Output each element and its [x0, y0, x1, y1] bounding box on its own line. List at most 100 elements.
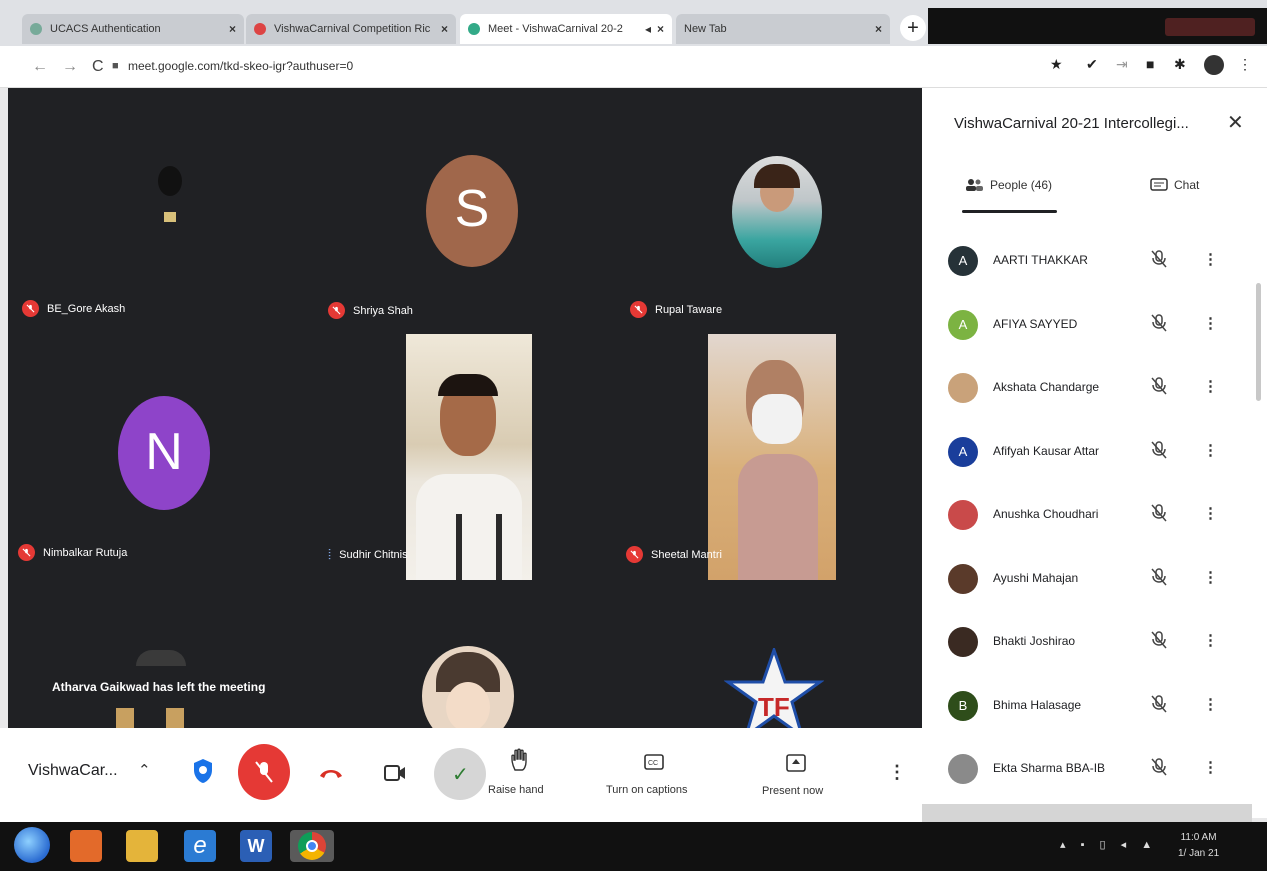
present-label[interactable]: Present now: [762, 785, 823, 797]
word-icon[interactable]: W: [240, 830, 272, 862]
participant-avatar: S: [426, 155, 518, 267]
checkmark-extension-icon[interactable]: ✔: [1086, 56, 1098, 73]
more-options-icon[interactable]: ⋮: [1203, 250, 1218, 268]
extension-icon[interactable]: ⇥: [1116, 56, 1128, 73]
gmail-icon: [254, 23, 266, 35]
participant-name: Shriya Shah: [353, 304, 413, 317]
participant-avatar: A: [948, 246, 978, 276]
participant-name-tag: Sheetal Mantri: [626, 546, 722, 563]
captions-label[interactable]: Turn on captions: [606, 784, 688, 796]
participant-avatar: N: [118, 396, 210, 510]
chrome-taskbar-icon[interactable]: [290, 830, 334, 862]
internet-explorer-icon[interactable]: e: [184, 830, 216, 862]
panel-title: VishwaCarnival 20-21 Intercollegi...: [954, 115, 1189, 132]
raise-hand-icon[interactable]: [510, 748, 530, 772]
participant-avatar: B: [948, 690, 978, 721]
browser-tab[interactable]: UCACS Authentication ×: [22, 14, 244, 44]
more-options-icon[interactable]: ⋮: [888, 762, 906, 783]
media-player-icon[interactable]: [70, 830, 102, 862]
mic-off-icon: [1151, 250, 1167, 268]
star-icon[interactable]: ★: [1050, 56, 1063, 73]
url-field[interactable]: meet.google.com/tkd-skeo-igr?authuser=0: [128, 59, 353, 73]
mic-off-icon: [1151, 631, 1167, 649]
shield-icon[interactable]: [192, 758, 214, 784]
mic-toggle-button[interactable]: [238, 744, 290, 800]
extension-check-button[interactable]: ✓: [434, 748, 486, 800]
panel-scrollbar[interactable]: [1256, 283, 1261, 401]
participant-avatar: A: [948, 436, 978, 467]
close-tab-icon[interactable]: ×: [657, 22, 664, 36]
close-tab-icon[interactable]: ×: [441, 22, 448, 36]
checkmark-icon: ✓: [452, 764, 469, 786]
browser-tab[interactable]: VishwaCarnival Competition Ric ×: [246, 14, 456, 44]
browser-tab-strip: UCACS Authentication × VishwaCarnival Co…: [0, 0, 1267, 46]
participant-row[interactable]: Ayushi Mahajan ⋮: [948, 556, 1248, 606]
meet-icon: [468, 23, 480, 35]
extension-icon[interactable]: ■: [1146, 56, 1154, 72]
participant-row[interactable]: A AARTI THAKKAR ⋮: [948, 238, 1248, 288]
system-tray-icons[interactable]: ▴ ▪ ▯ ◂ ▲: [1060, 838, 1158, 851]
close-tab-icon[interactable]: ×: [875, 22, 882, 36]
active-tab-indicator: [962, 210, 1057, 213]
close-tab-icon[interactable]: ×: [229, 22, 236, 36]
puzzle-icon[interactable]: ✱: [1174, 56, 1186, 73]
more-options-icon[interactable]: ⋮: [1203, 695, 1218, 713]
participant-row[interactable]: B Bhima Halasage ⋮: [948, 683, 1248, 733]
profile-avatar[interactable]: [1204, 55, 1224, 75]
tab-title: UCACS Authentication: [50, 23, 161, 35]
participant-avatar: [948, 563, 978, 594]
menu-dots-icon[interactable]: ⋮: [1238, 56, 1252, 73]
participant-row[interactable]: Anushka Choudhari ⋮: [948, 492, 1248, 542]
reload-icon[interactable]: C: [92, 58, 104, 76]
camera-icon[interactable]: [384, 764, 406, 782]
back-icon[interactable]: ←: [32, 58, 48, 76]
mic-off-icon: [630, 301, 647, 318]
mic-off-icon: [255, 761, 273, 783]
browser-tab-active[interactable]: Meet - VishwaCarnival 20-2 ◂ ×: [460, 14, 672, 44]
mic-off-icon: [1151, 377, 1167, 395]
participant-name: Sheetal Mantri: [651, 548, 722, 561]
hang-up-icon[interactable]: [318, 766, 344, 780]
more-options-icon[interactable]: ⋮: [1203, 631, 1218, 649]
close-panel-icon[interactable]: ✕: [1227, 110, 1244, 135]
participant-name: AARTI THAKKAR: [993, 253, 1088, 267]
participant-photo: [732, 156, 822, 268]
more-options-icon[interactable]: ⋮: [1203, 441, 1218, 459]
system-clock[interactable]: 11:0 AM 1/ Jan 21: [1178, 830, 1219, 862]
more-options-icon[interactable]: ⋮: [1203, 568, 1218, 586]
participant-row[interactable]: Bhakti Joshirao ⋮: [948, 619, 1248, 669]
participant-row[interactable]: Akshata Chandarge ⋮: [948, 365, 1248, 415]
mic-off-icon: [22, 300, 39, 317]
participant-row[interactable]: Ekta Sharma BBA-IB ⋮: [948, 746, 1248, 796]
more-options-icon[interactable]: ⋮: [1203, 314, 1218, 332]
more-options-icon[interactable]: ⋮: [1203, 758, 1218, 776]
chevron-up-icon[interactable]: ⌃: [138, 761, 151, 779]
present-icon[interactable]: [786, 754, 806, 772]
new-tab-button[interactable]: +: [900, 15, 926, 41]
meeting-title[interactable]: VishwaCar...: [28, 762, 118, 780]
participant-name-tag: Nimbalkar Rutuja: [18, 544, 127, 561]
participant-row[interactable]: A Afifyah Kausar Attar ⋮: [948, 429, 1248, 479]
people-icon: [966, 179, 983, 191]
forward-icon[interactable]: →: [62, 58, 78, 76]
participant-name: Afifyah Kausar Attar: [993, 443, 1100, 458]
more-options-icon[interactable]: ⋮: [1203, 504, 1218, 522]
more-options-icon[interactable]: ⋮: [1203, 377, 1218, 395]
people-panel: VishwaCarnival 20-21 Intercollegi... ✕ P…: [922, 88, 1267, 824]
window-controls[interactable]: [1165, 18, 1255, 36]
participant-name: Nimbalkar Rutuja: [43, 546, 128, 559]
lock-icon: ■: [112, 60, 119, 72]
tab-people[interactable]: People (46): [964, 178, 1052, 192]
raise-hand-label[interactable]: Raise hand: [488, 784, 544, 796]
mic-off-icon: [18, 544, 35, 561]
browser-tab[interactable]: New Tab ×: [676, 14, 890, 44]
captions-icon[interactable]: CC: [644, 754, 664, 770]
participant-row[interactable]: A AFIYA SAYYED ⋮: [948, 302, 1248, 352]
clock-date: 1/ Jan 21: [1178, 848, 1220, 859]
file-explorer-icon[interactable]: [126, 830, 158, 862]
meeting-controls-bar: VishwaCar... ⌃ ✓ Raise hand CC Turn on c…: [0, 728, 922, 822]
chat-icon: [1150, 178, 1168, 191]
avatar-letter: N: [145, 423, 183, 481]
tab-chat[interactable]: Chat: [1150, 178, 1199, 192]
windows-start-icon[interactable]: [14, 827, 50, 863]
